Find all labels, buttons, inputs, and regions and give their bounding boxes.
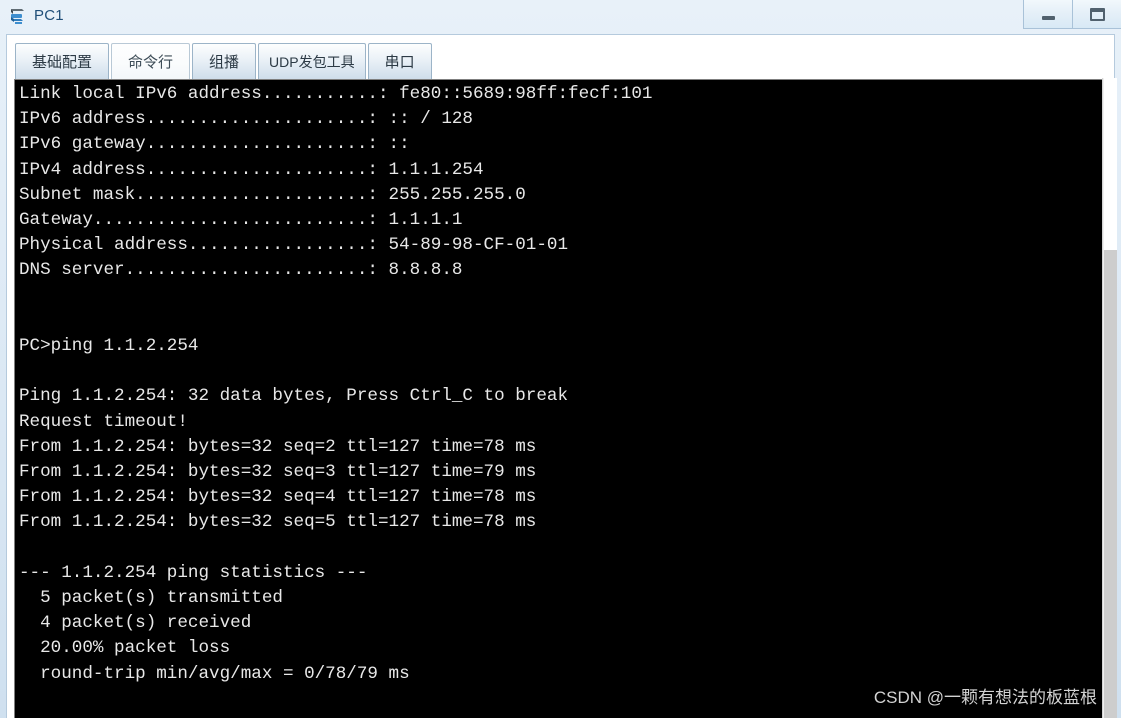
terminal-line: From 1.1.2.254: bytes=32 seq=2 ttl=127 t… [19,436,537,457]
tab-basic-config-label: 基础配置 [32,54,93,71]
terminal-line: round-trip min/avg/max = 0/78/79 ms [19,663,410,684]
tab-serial-port[interactable]: 串口 [367,43,432,79]
scrollbar-track[interactable] [1104,250,1117,718]
tab-udp-tool-label: UDP发包工具 [269,53,355,70]
terminal-line: --- 1.1.2.254 ping statistics --- [19,562,368,583]
terminal-line: IPv6 gateway.....................: :: [19,134,410,155]
maximize-icon [1089,7,1105,21]
terminal-line: Request timeout! [19,411,188,432]
title-bar[interactable]: PC1 [0,0,1121,32]
terminal-line: 5 packet(s) transmitted [19,588,283,609]
tab-multicast-label: 组播 [209,54,240,71]
tab-udp-tool[interactable]: UDP发包工具 [258,43,366,79]
tab-multicast[interactable]: 组播 [192,43,257,79]
terminal-line: 20.00% packet loss [19,638,231,659]
maximize-button[interactable] [1072,0,1121,29]
tab-strip: 基础配置 命令行 组播 UDP发包工具 串口 [7,35,1114,79]
minimize-button[interactable] [1023,0,1072,29]
terminal-line: DNS server.......................: 8.8.8… [19,260,463,281]
scrollbar-thumb[interactable] [1104,78,1117,250]
terminal-line: Link local IPv6 address...........: fe80… [19,84,653,104]
terminal-line: IPv6 address.....................: :: / … [19,109,473,130]
tab-basic-config[interactable]: 基础配置 [15,43,110,79]
terminal-line: From 1.1.2.254: bytes=32 seq=3 ttl=127 t… [19,462,537,483]
tab-command-line[interactable]: 命令行 [111,43,191,79]
terminal-line: PC>ping 1.1.2.254 [19,336,199,357]
window-controls [1023,0,1121,30]
terminal-line: Gateway..........................: 1.1.1… [19,210,463,231]
terminal-output[interactable]: Link local IPv6 address...........: fe80… [15,80,1109,718]
pc1-window: PC1 基础配置 命令行 组播 UDP发包工具 串口 Link local IP… [0,0,1121,718]
client-area: 基础配置 命令行 组播 UDP发包工具 串口 Link local IPv6 a… [6,34,1115,718]
pc-device-icon [8,6,28,26]
title-bar-left: PC1 [0,6,64,26]
terminal-line: From 1.1.2.254: bytes=32 seq=4 ttl=127 t… [19,487,537,508]
terminal-scrollbar[interactable] [1102,78,1117,718]
terminal-line: Ping 1.1.2.254: 32 data bytes, Press Ctr… [19,386,569,407]
window-title: PC1 [34,7,64,24]
tab-serial-port-label: 串口 [384,54,415,71]
terminal-line: From 1.1.2.254: bytes=32 seq=5 ttl=127 t… [19,512,537,533]
tab-command-line-label: 命令行 [128,54,174,71]
minimize-icon [1041,15,1055,20]
terminal-line: Subnet mask......................: 255.2… [19,184,526,205]
terminal-panel[interactable]: Link local IPv6 address...........: fe80… [14,79,1109,718]
terminal-line: 4 packet(s) received [19,613,252,634]
terminal-line: Physical address.................: 54-89… [19,235,569,256]
terminal-line: IPv4 address.....................: 1.1.1… [19,159,484,180]
